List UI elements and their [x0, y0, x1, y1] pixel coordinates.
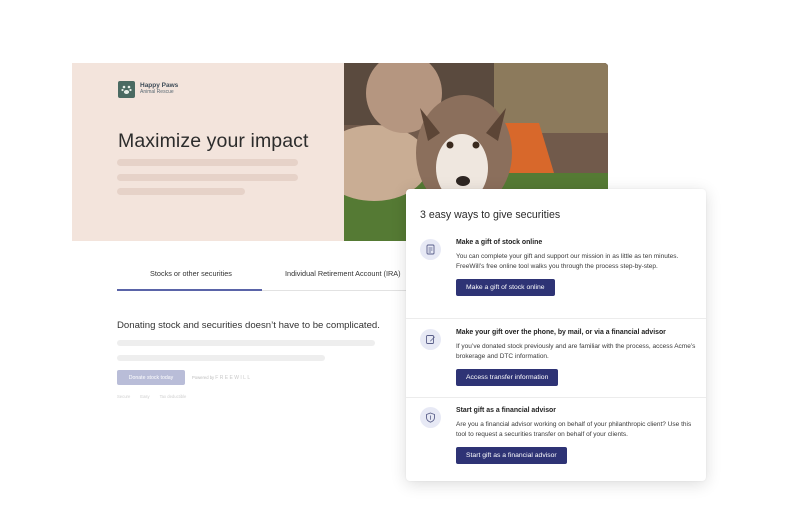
tab-divider: [262, 289, 407, 291]
trust-badge: Secure: [117, 394, 131, 399]
tab-ira[interactable]: Individual Retirement Account (IRA): [285, 269, 401, 278]
option-heading: Make your gift over the phone, by mail, …: [456, 329, 666, 336]
org-logo[interactable]: Happy Paws Animal Rescue: [118, 81, 178, 98]
gift-stock-online-button[interactable]: Make a gift of stock online: [456, 278, 555, 296]
trust-badge: Tax deductible: [159, 394, 187, 399]
intro-text: Donating stock and securities doesn’t ha…: [117, 320, 380, 331]
hero-title: Maximize your impact: [118, 130, 309, 152]
paw-logo-icon: [118, 81, 135, 98]
option-heading: Make a gift of stock online: [456, 239, 543, 246]
placeholder-text-line: [117, 188, 245, 195]
active-tab-indicator: [117, 289, 262, 291]
powered-by: Powered by FREEWILL: [192, 375, 252, 381]
placeholder-text-line: [117, 159, 298, 166]
document-stock-icon: [420, 239, 441, 260]
placeholder-text-line: [117, 340, 375, 346]
start-advisor-gift-button[interactable]: Start gift as a financial advisor: [456, 446, 567, 464]
tab-stocks[interactable]: Stocks or other securities: [150, 269, 232, 278]
option-description: You can complete your gift and support o…: [456, 253, 679, 271]
placeholder-text-line: [117, 174, 298, 181]
org-subtitle: Animal Rescue: [140, 89, 174, 96]
option-heading: Start gift as a financial advisor: [456, 407, 556, 414]
powered-prefix: Powered by: [192, 375, 215, 380]
trust-badge: Easy: [140, 394, 150, 399]
panel-title: 3 easy ways to give securities: [420, 209, 561, 221]
access-transfer-info-button[interactable]: Access transfer information: [456, 368, 559, 386]
option-description: Are you a financial advisor working on b…: [456, 421, 692, 439]
shield-dollar-icon: [420, 407, 441, 428]
placeholder-text-line: [117, 355, 325, 361]
divider: [406, 397, 706, 398]
gift-type-tabs: Stocks or other securities Individual Re…: [117, 269, 407, 293]
edit-document-icon: [420, 329, 441, 350]
divider: [406, 318, 706, 319]
trust-badges: Secure Easy Tax deductible: [117, 394, 186, 399]
freewill-logo: FREEWILL: [215, 375, 252, 381]
ways-to-give-panel: 3 easy ways to give securities Make a gi…: [406, 189, 706, 481]
option-description: If you’ve donated stock previously and a…: [456, 343, 696, 361]
donate-stock-button[interactable]: Donate stock today: [117, 370, 185, 385]
hero-text-area: Happy Paws Animal Rescue Maximize your i…: [72, 63, 344, 241]
